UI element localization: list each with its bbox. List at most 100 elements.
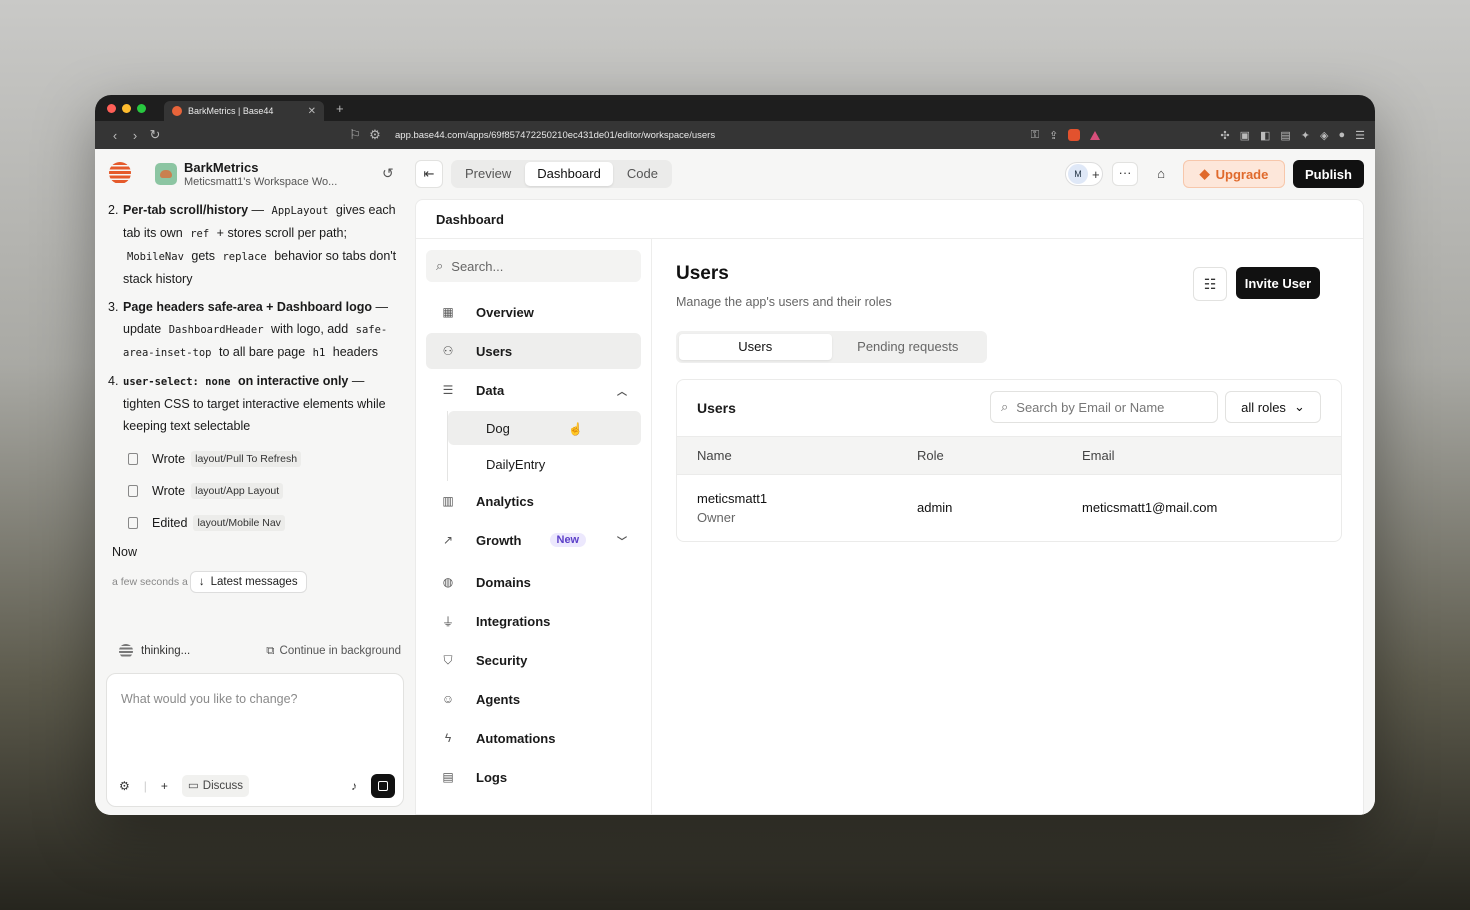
- app-name[interactable]: BarkMetrics: [184, 160, 258, 175]
- close-window-button[interactable]: [107, 103, 116, 113]
- publish-button[interactable]: Publish: [1293, 160, 1364, 188]
- discuss-button[interactable]: ▭ Discuss: [181, 775, 250, 797]
- file-activity-row[interactable]: Wrote layout/App Layout: [128, 475, 415, 507]
- column-header-name[interactable]: Name: [677, 437, 917, 475]
- settings-icon[interactable]: ⚙: [119, 775, 130, 797]
- column-header-email[interactable]: Email: [1082, 437, 1341, 475]
- wallet-icon[interactable]: ▤: [1280, 129, 1290, 142]
- url-field[interactable]: app.base44.com/apps/69f857472250210ec431…: [395, 130, 1031, 141]
- card-title: Users: [697, 400, 736, 416]
- avatar: M: [1068, 164, 1088, 184]
- invite-user-button[interactable]: Invite User: [1236, 267, 1320, 299]
- latest-messages-button[interactable]: ↓ Latest messages: [189, 571, 307, 593]
- site-settings-icon[interactable]: ⚙: [365, 127, 385, 143]
- continue-background-button[interactable]: ⧉ Continue in background: [266, 640, 401, 662]
- share-icon[interactable]: ⇪: [1049, 129, 1058, 142]
- inline-code: user-select: none: [123, 376, 231, 388]
- composer-placeholder[interactable]: What would you like to change?: [121, 688, 298, 710]
- sidebar-item-data[interactable]: ☰ Data ︿: [426, 372, 641, 408]
- sidebar-item-integrations[interactable]: ⏚ Integrations: [426, 603, 641, 639]
- sidebar-item-users[interactable]: ⚇ Users: [426, 333, 641, 369]
- reload-icon[interactable]: ↻: [145, 127, 165, 143]
- history-icon[interactable]: ↺: [382, 165, 394, 182]
- sidebar-item-automations[interactable]: ϟ Automations: [426, 720, 641, 756]
- vpn-icon[interactable]: ◈: [1320, 129, 1328, 142]
- reader-icon[interactable]: ▣: [1240, 129, 1250, 142]
- sidebar-item-label: DailyEntry: [486, 456, 546, 472]
- app-header: BarkMetrics Meticsmatt1's Workspace Wo..…: [95, 149, 1375, 199]
- browser-toolbar-right: ✣ ▣ ◧ ▤ ✦ ◈ ● ☰: [1220, 129, 1365, 142]
- sidebar-item-security[interactable]: ⛉ Security: [426, 642, 641, 678]
- tab-preview[interactable]: Preview: [453, 162, 523, 186]
- roles-select[interactable]: all roles ⌄: [1225, 391, 1321, 423]
- column-header-role[interactable]: Role: [917, 437, 1082, 475]
- more-options-button[interactable]: ···: [1112, 162, 1138, 186]
- leo-icon[interactable]: ✦: [1301, 129, 1310, 142]
- sidebar-item-agents[interactable]: ☺ Agents: [426, 681, 641, 717]
- zoom-window-button[interactable]: [137, 103, 146, 113]
- file-activity-row[interactable]: Wrote layout/Pull To Refresh: [128, 443, 415, 475]
- tab-users[interactable]: Users: [679, 334, 832, 360]
- settings-sliders-button[interactable]: ☷: [1193, 267, 1227, 301]
- sidebar-icon[interactable]: ◧: [1260, 129, 1270, 142]
- github-icon[interactable]: ⌂: [1148, 162, 1174, 186]
- dashboard-title: Dashboard: [416, 200, 1363, 239]
- microphone-icon[interactable]: ♪: [351, 775, 357, 797]
- add-collaborator-icon[interactable]: +: [1092, 167, 1100, 182]
- window-icon: ⧉: [266, 645, 275, 657]
- minimize-window-button[interactable]: [122, 103, 131, 113]
- collaborators[interactable]: M +: [1065, 162, 1103, 186]
- sidebar-item-growth[interactable]: ↗ Growth New ﹀: [426, 522, 641, 558]
- file-action: Wrote: [152, 484, 186, 498]
- file-path-chip[interactable]: layout/Pull To Refresh: [191, 451, 302, 467]
- sidebar-item-overview[interactable]: ▦ Overview: [426, 294, 641, 330]
- profile-icon[interactable]: ●: [1338, 129, 1345, 141]
- close-tab-icon[interactable]: ✕: [308, 106, 316, 117]
- stop-button[interactable]: [371, 774, 395, 798]
- base44-logo-icon[interactable]: [109, 162, 131, 184]
- list-number: 4.: [108, 374, 119, 388]
- file-path-chip[interactable]: layout/Mobile Nav: [193, 515, 285, 531]
- users-page: Users Manage the app's users and their r…: [653, 239, 1363, 814]
- browser-tab[interactable]: BarkMetrics | Base44 ✕: [164, 101, 324, 121]
- sidebar-item-domains[interactable]: ◍ Domains: [426, 564, 641, 600]
- sidebar-item-dailyentry[interactable]: DailyEntry: [448, 447, 641, 481]
- sidebar-item-logs[interactable]: ▤ Logs: [426, 759, 641, 795]
- collapse-chat-button[interactable]: ⇤: [415, 160, 443, 188]
- chevron-up-icon[interactable]: ︿: [617, 383, 627, 398]
- tab-dashboard[interactable]: Dashboard: [525, 162, 613, 186]
- file-icon: [128, 485, 138, 497]
- file-path-chip[interactable]: layout/App Layout: [191, 483, 284, 499]
- tab-code[interactable]: Code: [615, 162, 670, 186]
- upgrade-button[interactable]: ◆ Upgrade: [1183, 160, 1285, 188]
- table-row[interactable]: meticsmatt1 Owner admin meticsmatt1@mail…: [677, 475, 1341, 541]
- chevron-down-icon[interactable]: ﹀: [617, 533, 627, 548]
- plus-icon[interactable]: +: [161, 775, 168, 797]
- tab-pending-requests[interactable]: Pending requests: [832, 334, 985, 360]
- text: with logo, add: [267, 322, 352, 336]
- rewards-icon[interactable]: [1090, 130, 1101, 140]
- app-icon: [155, 163, 177, 185]
- browser-tabbar: BarkMetrics | Base44 ✕ +: [95, 95, 1375, 121]
- sidebar-item-dog[interactable]: Dog ☝: [448, 411, 641, 445]
- sidebar-search-input[interactable]: ⌕ Search...: [426, 250, 641, 282]
- chat-composer[interactable]: What would you like to change? ⚙ | + ▭ D…: [106, 673, 404, 807]
- chat-bubble-icon: ▭: [187, 780, 199, 792]
- menu-icon[interactable]: ☰: [1355, 129, 1365, 142]
- search-icon: ⌕: [436, 258, 444, 273]
- back-icon[interactable]: ‹: [105, 128, 125, 143]
- new-tab-icon[interactable]: +: [336, 101, 344, 116]
- address-bar: ‹ › ↻ ⚐ ⚙ app.base44.com/apps/69f8574722…: [95, 121, 1375, 149]
- sidebar-item-analytics[interactable]: ▥ Analytics: [426, 483, 641, 519]
- bookmark-icon[interactable]: ⚐: [345, 127, 365, 143]
- shield-icon: ⛉: [443, 652, 453, 667]
- key-icon[interactable]: ⚿: [1031, 129, 1039, 142]
- file-activity-row[interactable]: Edited layout/Mobile Nav: [128, 507, 415, 539]
- search-placeholder: Search...: [451, 258, 504, 274]
- forward-icon[interactable]: ›: [125, 128, 145, 143]
- timestamp-row: a few seconds a ↓ Latest messages: [112, 571, 415, 593]
- extensions-icon[interactable]: ✣: [1220, 129, 1229, 142]
- brave-shield-icon[interactable]: [1068, 129, 1081, 141]
- user-search-input[interactable]: ⌕ Search by Email or Name: [990, 391, 1218, 423]
- divider: |: [143, 779, 147, 793]
